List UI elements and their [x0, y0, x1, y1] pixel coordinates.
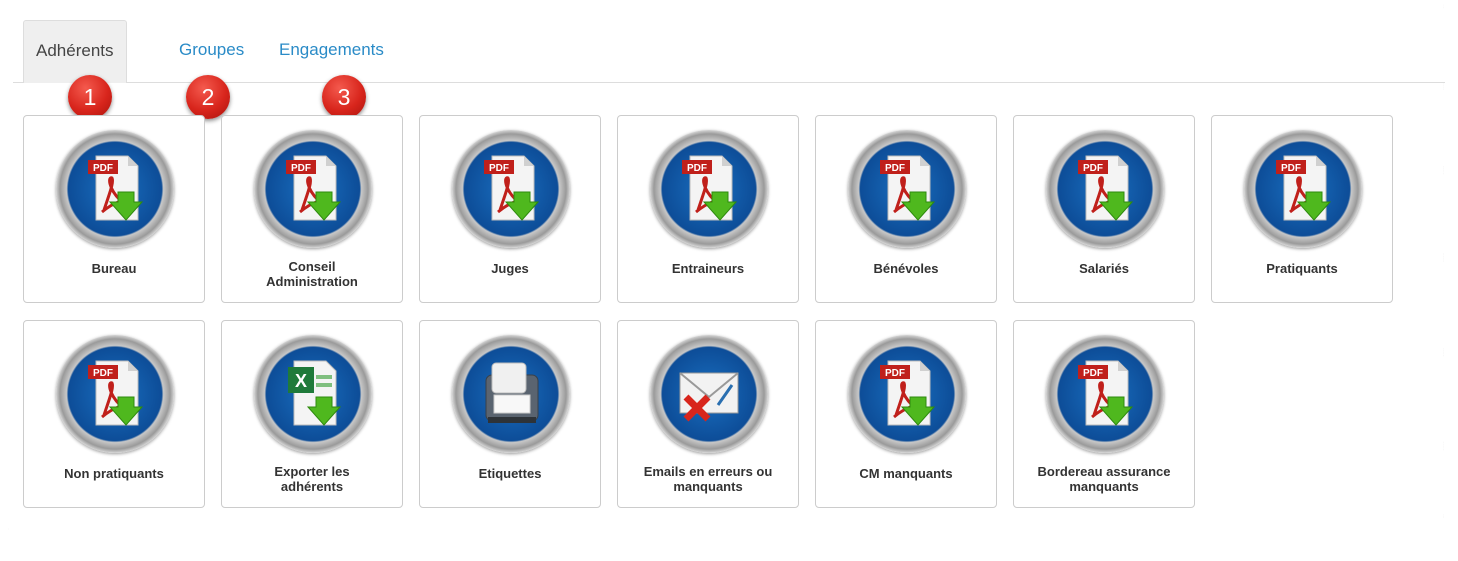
tile-1[interactable]: PDF Bureau	[23, 115, 205, 303]
tile-label: Pratiquants	[1266, 261, 1338, 276]
svg-text:PDF: PDF	[885, 368, 905, 379]
svg-text:PDF: PDF	[291, 163, 311, 174]
tile-13[interactable]: PDF Bordereau assurance manquants	[1013, 320, 1195, 508]
pdf-download-icon: PDF	[1046, 335, 1164, 453]
pdf-download-icon: PDF	[254, 130, 372, 248]
pdf-download-icon: PDF	[848, 130, 966, 248]
svg-text:PDF: PDF	[1083, 163, 1103, 174]
email-error-icon	[650, 335, 768, 453]
step-marker-2: 2	[186, 75, 230, 119]
tab-engagements[interactable]: Engagements	[279, 20, 384, 82]
tile-7[interactable]: PDF Pratiquants	[1211, 115, 1393, 303]
svg-text:PDF: PDF	[687, 163, 707, 174]
tile-10[interactable]: Etiquettes	[419, 320, 601, 508]
tile-11[interactable]: Emails en erreurs ou manquants	[617, 320, 799, 508]
label-printer-icon	[452, 335, 570, 453]
tile-label: Exporter les adhérents	[274, 464, 350, 494]
tab-groupes[interactable]: Groupes	[179, 20, 244, 82]
tile-label: Salariés	[1079, 261, 1129, 276]
pdf-download-icon: PDF	[848, 335, 966, 453]
svg-text:PDF: PDF	[93, 163, 113, 174]
step-marker-1: 1	[68, 75, 112, 119]
tile-label: Conseil Administration	[266, 259, 358, 289]
tile-label: Juges	[491, 261, 529, 276]
tile-6[interactable]: PDF Salariés	[1013, 115, 1195, 303]
pdf-download-icon: PDF	[1046, 130, 1164, 248]
pdf-download-icon: PDF	[452, 130, 570, 248]
tile-label: Bureau	[91, 261, 137, 276]
svg-text:PDF: PDF	[93, 368, 113, 379]
svg-text:PDF: PDF	[489, 163, 509, 174]
tile-label: Emails en erreurs ou manquants	[643, 464, 773, 494]
svg-text:PDF: PDF	[885, 163, 905, 174]
pdf-download-icon: PDF	[56, 335, 174, 453]
tile-3[interactable]: PDF Juges	[419, 115, 601, 303]
tile-12[interactable]: PDF CM manquants	[815, 320, 997, 508]
tile-label: Etiquettes	[478, 466, 542, 481]
svg-text:PDF: PDF	[1083, 368, 1103, 379]
tile-5[interactable]: PDF Bénévoles	[815, 115, 997, 303]
step-marker-3: 3	[322, 75, 366, 119]
tile-label: Bordereau assurance manquants	[1037, 464, 1171, 494]
svg-text:X: X	[295, 371, 307, 391]
tile-8[interactable]: PDF Non pratiquants	[23, 320, 205, 508]
tab-adherents[interactable]: Adhérents	[23, 20, 127, 83]
excel-download-icon: X	[254, 335, 372, 453]
tile-label: CM manquants	[859, 466, 953, 481]
tile-2[interactable]: PDF Conseil Administration	[221, 115, 403, 303]
pdf-download-icon: PDF	[1244, 130, 1362, 248]
tile-label: Non pratiquants	[64, 466, 164, 481]
tile-label: Bénévoles	[873, 261, 939, 276]
svg-text:PDF: PDF	[1281, 163, 1301, 174]
tile-9[interactable]: X Exporter les adhérents	[221, 320, 403, 508]
tab-bar: Adhérents Groupes Engagements	[13, 20, 1445, 83]
pdf-download-icon: PDF	[56, 130, 174, 248]
pdf-download-icon: PDF	[650, 130, 768, 248]
tile-4[interactable]: PDF Entraineurs	[617, 115, 799, 303]
tile-label: Entraineurs	[671, 261, 745, 276]
